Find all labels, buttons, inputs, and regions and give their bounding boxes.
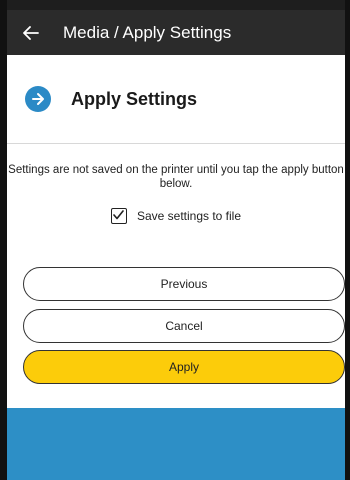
- checkmark-icon: [113, 207, 125, 225]
- previous-button[interactable]: Previous: [23, 267, 345, 301]
- app-screen: Media / Apply Settings Apply Settings Se…: [0, 0, 350, 480]
- arrow-left-icon: [23, 25, 39, 40]
- cancel-button[interactable]: Cancel: [23, 309, 345, 343]
- app-bar: Media / Apply Settings: [7, 10, 345, 55]
- status-strip: [7, 0, 345, 10]
- info-message: Settings are not saved on the printer un…: [8, 164, 344, 190]
- page-title: Media / Apply Settings: [63, 22, 232, 42]
- frame-edge-left: [0, 0, 7, 480]
- section-title: Apply Settings: [71, 88, 198, 109]
- apply-button[interactable]: Apply: [23, 350, 345, 384]
- save-settings-checkbox[interactable]: [110, 207, 127, 225]
- section-header: Apply Settings: [7, 55, 345, 144]
- bottom-banner: [7, 408, 345, 480]
- save-settings-label: Save settings to file: [136, 209, 242, 223]
- save-settings-option[interactable]: Save settings to file: [7, 208, 345, 224]
- arrow-right-circle-icon: [25, 86, 51, 112]
- back-button[interactable]: [11, 10, 51, 55]
- frame-edge-right: [345, 0, 350, 480]
